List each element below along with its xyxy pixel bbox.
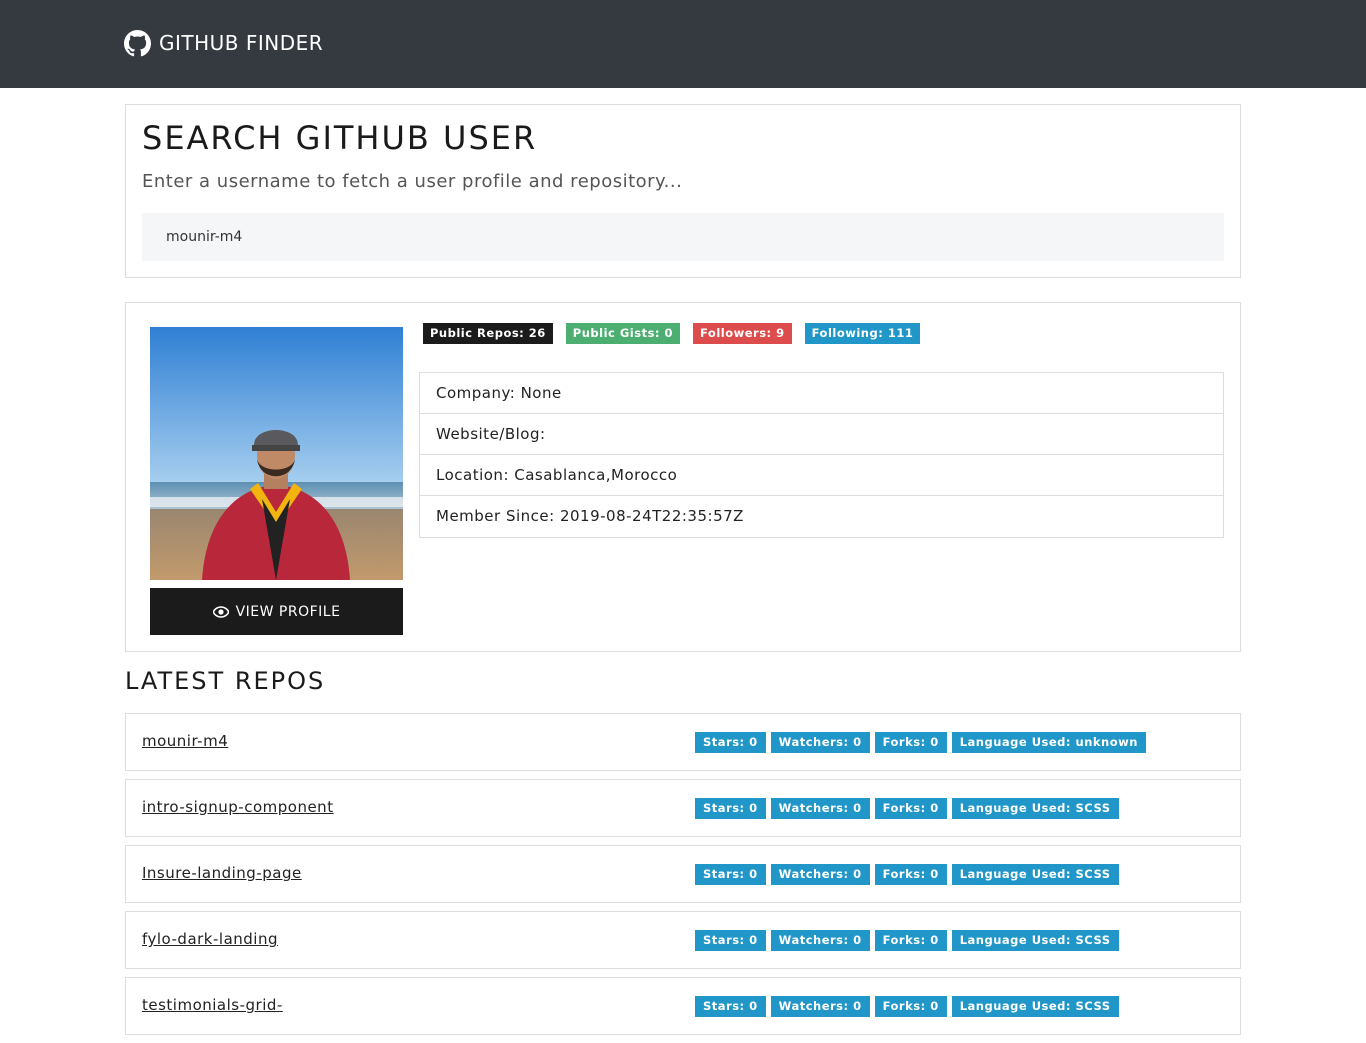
location-item: Location: Casablanca,Morocco: [420, 455, 1223, 496]
forks-badge: Forks: 0: [874, 996, 947, 1017]
repo-badges: Stars: 0 Watchers: 0 Forks: 0 Language U…: [695, 930, 1119, 951]
company-item: Company: None: [420, 373, 1223, 414]
watchers-badge: Watchers: 0: [770, 864, 870, 885]
forks-badge: Forks: 0: [874, 798, 947, 819]
view-profile-label: VIEW PROFILE: [235, 603, 341, 620]
profile-badges: Public Repos: 26 Public Gists: 0 Followe…: [423, 323, 921, 344]
github-icon: [124, 29, 151, 57]
search-input[interactable]: [142, 213, 1224, 261]
stars-badge: Stars: 0: [695, 798, 766, 819]
language-badge: Language Used: SCSS: [951, 930, 1119, 951]
profile-info-list: Company: None Website/Blog: Location: Ca…: [419, 372, 1224, 538]
language-badge: Language Used: SCSS: [951, 864, 1119, 885]
forks-badge: Forks: 0: [874, 864, 947, 885]
language-badge: Language Used: unknown: [951, 732, 1146, 753]
latest-repos-title: LATEST REPOS: [125, 667, 326, 695]
stars-badge: Stars: 0: [695, 732, 766, 753]
repo-row: Insure-landing-page Stars: 0 Watchers: 0…: [125, 845, 1241, 903]
website-item: Website/Blog:: [420, 414, 1223, 455]
repo-badges: Stars: 0 Watchers: 0 Forks: 0 Language U…: [695, 864, 1119, 885]
search-subtitle: Enter a username to fetch a user profile…: [142, 171, 683, 192]
stars-badge: Stars: 0: [695, 996, 766, 1017]
language-badge: Language Used: SCSS: [951, 798, 1119, 819]
stars-badge: Stars: 0: [695, 930, 766, 951]
repo-badges: Stars: 0 Watchers: 0 Forks: 0 Language U…: [695, 798, 1119, 819]
repo-link[interactable]: intro-signup-component: [142, 798, 334, 816]
forks-badge: Forks: 0: [874, 732, 947, 753]
forks-badge: Forks: 0: [874, 930, 947, 951]
repo-link[interactable]: testimonials-grid-: [142, 996, 283, 1014]
stars-badge: Stars: 0: [695, 864, 766, 885]
following-badge: Following: 111: [804, 323, 921, 344]
repo-row: mounir-m4 Stars: 0 Watchers: 0 Forks: 0 …: [125, 713, 1241, 771]
followers-badge: Followers: 9: [693, 323, 792, 344]
search-card: SEARCH GITHUB USER Enter a username to f…: [125, 104, 1241, 278]
repo-link[interactable]: mounir-m4: [142, 732, 228, 750]
member-since-item: Member Since: 2019-08-24T22:35:57Z: [436, 507, 744, 525]
repo-badges: Stars: 0 Watchers: 0 Forks: 0 Language U…: [695, 732, 1146, 753]
view-profile-button[interactable]: VIEW PROFILE: [150, 588, 403, 635]
repo-row: intro-signup-component Stars: 0 Watchers…: [125, 779, 1241, 837]
repo-link[interactable]: Insure-landing-page: [142, 864, 302, 882]
repo-link[interactable]: fylo-dark-landing: [142, 930, 278, 948]
watchers-badge: Watchers: 0: [770, 996, 870, 1017]
public-repos-badge: Public Repos: 26: [423, 323, 553, 344]
navbar: GITHUB FINDER: [0, 0, 1366, 88]
repo-row: testimonials-grid- Stars: 0 Watchers: 0 …: [125, 977, 1241, 1035]
repo-badges: Stars: 0 Watchers: 0 Forks: 0 Language U…: [695, 996, 1119, 1017]
brand-name: GITHUB FINDER: [159, 31, 324, 55]
watchers-badge: Watchers: 0: [770, 798, 870, 819]
watchers-badge: Watchers: 0: [770, 732, 870, 753]
brand-link[interactable]: GITHUB FINDER: [124, 28, 323, 58]
watchers-badge: Watchers: 0: [770, 930, 870, 951]
avatar: [150, 327, 403, 580]
language-badge: Language Used: SCSS: [951, 996, 1119, 1017]
repo-row: fylo-dark-landing Stars: 0 Watchers: 0 F…: [125, 911, 1241, 969]
search-title: SEARCH GITHUB USER: [142, 119, 538, 157]
eye-icon: [212, 605, 229, 618]
profile-card: VIEW PROFILE Public Repos: 26 Public Gis…: [125, 302, 1241, 652]
public-gists-badge: Public Gists: 0: [565, 323, 681, 344]
